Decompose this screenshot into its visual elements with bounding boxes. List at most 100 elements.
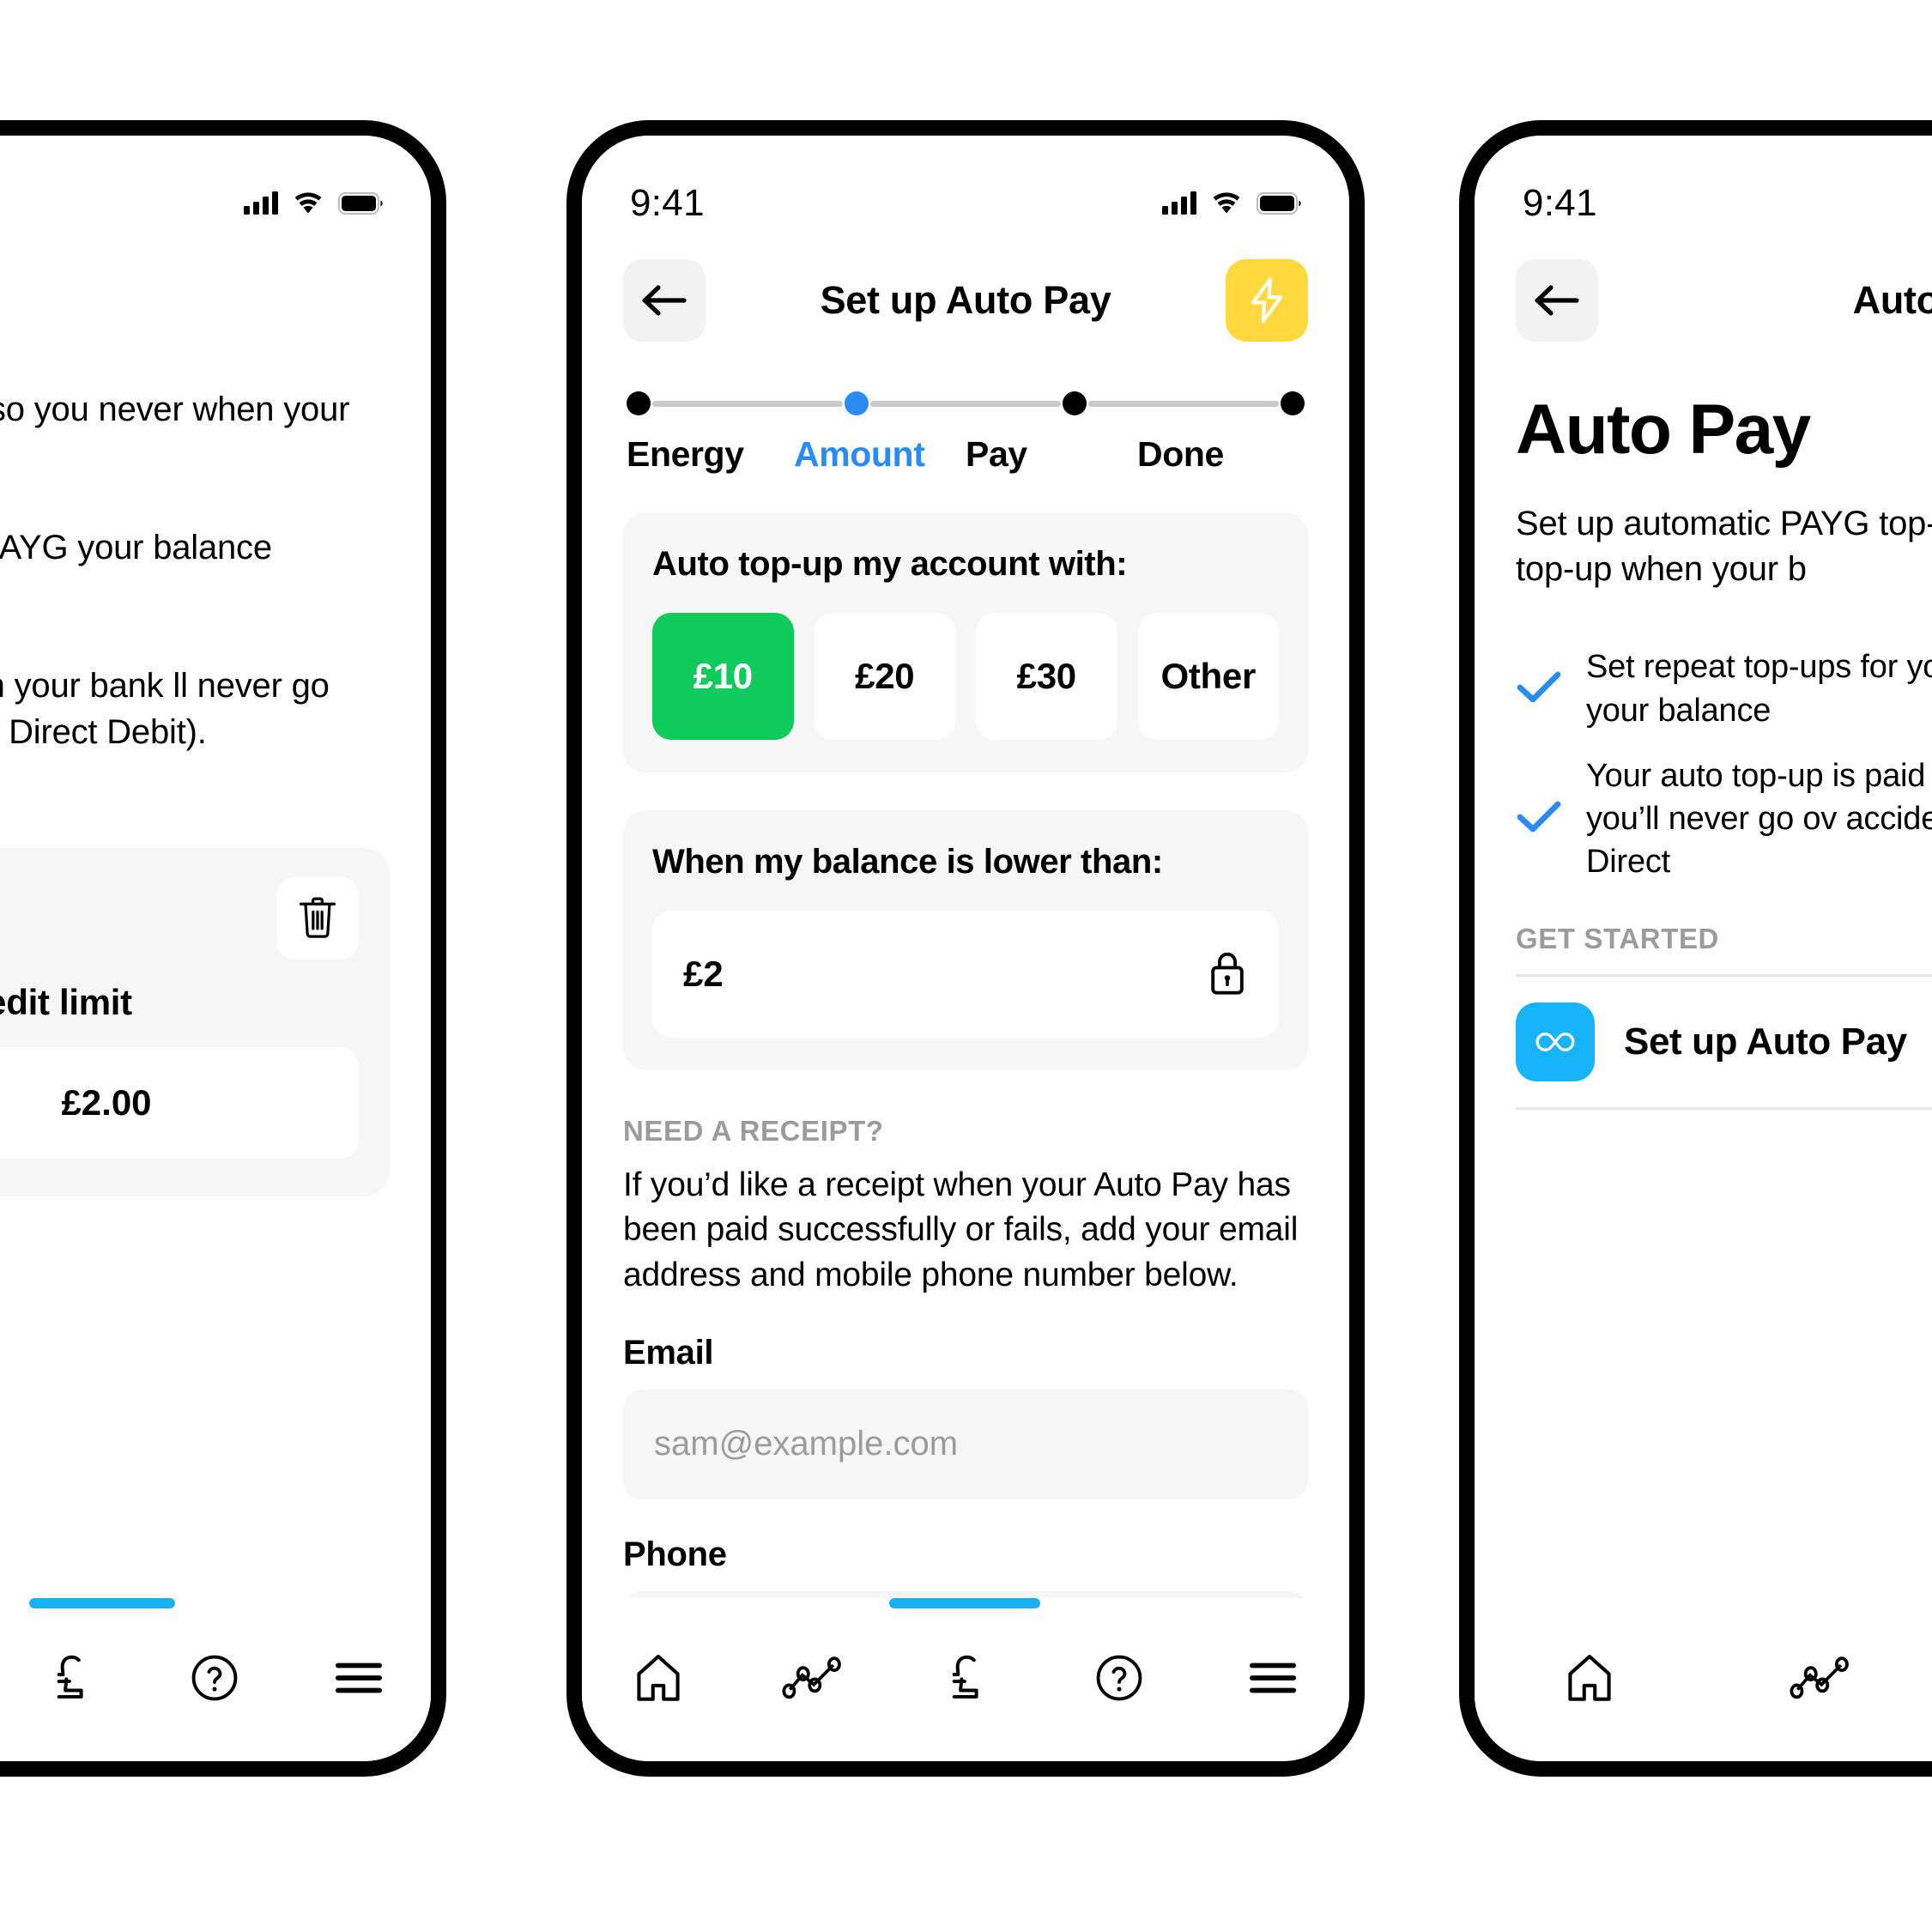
check-icon	[1516, 799, 1562, 838]
step-dot-energy[interactable]	[627, 391, 651, 415]
page-heading-right: Auto Pay	[1516, 391, 1811, 469]
wifi-icon	[1212, 192, 1241, 215]
email-placeholder: sam@example.com	[654, 1425, 959, 1463]
home-icon	[637, 1655, 680, 1701]
progress-stepper: Energy Amount Pay Done	[582, 342, 1349, 475]
setup-auto-pay-label: Set up Auto Pay	[1624, 1021, 1907, 1063]
usage-chart-icon	[782, 1656, 842, 1699]
balance-threshold-input[interactable]: £2	[652, 911, 1279, 1038]
credit-limit-value[interactable]: £2.00	[0, 1047, 359, 1160]
phone-mockup-left: 9:41 Auto Pay c PAYG top-ups so you neve…	[0, 120, 446, 1777]
battery-icon	[338, 192, 383, 215]
phone-screen-left: 9:41 Auto Pay c PAYG top-ups so you neve…	[0, 136, 431, 1761]
app-header-middle: Set up Auto Pay	[582, 230, 1349, 342]
lightning-bolt-icon	[1251, 277, 1283, 323]
setup-auto-pay-row[interactable]: Set up Auto Pay	[1475, 977, 1932, 1107]
amount-option-30[interactable]: £30	[976, 613, 1117, 740]
status-icons	[1162, 191, 1301, 215]
tab-help[interactable]	[1068, 1643, 1171, 1713]
infinity-icon	[1535, 1033, 1575, 1052]
tab-menu[interactable]	[1221, 1643, 1324, 1713]
amount-options: £10 £20 £30 Other	[652, 613, 1279, 740]
stepper-track	[627, 391, 1305, 415]
tab-pay[interactable]	[914, 1643, 1017, 1713]
lock-icon	[1207, 948, 1248, 1001]
tab-usage[interactable]	[760, 1643, 863, 1713]
home-icon	[1568, 1655, 1611, 1701]
wifi-icon	[294, 192, 323, 215]
app-header-right: Auto Pay	[1475, 230, 1932, 342]
left-paragraph-3: op-up is paid with your bank ll never go…	[0, 666, 330, 751]
benefit-text-1: Set repeat top-ups for yo meter when you…	[1586, 649, 1932, 729]
step-dot-done[interactable]	[1281, 391, 1305, 415]
tab-usage-right[interactable]	[1768, 1643, 1871, 1713]
phone-screen-right: 9:41 Auto Pay Auto Pay Set up automatic …	[1475, 136, 1932, 1761]
arrow-left-icon	[642, 285, 687, 316]
screenshot-canvas: 9:41 Auto Pay c PAYG top-ups so you neve…	[0, 0, 1932, 1932]
tab-home-right[interactable]	[1538, 1643, 1641, 1713]
status-time: 9:41	[630, 182, 705, 224]
menu-icon	[1249, 1662, 1296, 1693]
infinity-icon-tile	[1516, 1002, 1595, 1082]
tab-menu-left[interactable]	[307, 1643, 410, 1713]
delete-button[interactable]	[276, 877, 359, 960]
balance-threshold-card: When my balance is lower than: £2	[623, 810, 1308, 1070]
signal-icon	[244, 191, 278, 215]
battery-icon	[1257, 192, 1301, 215]
status-bar-left: 9:41	[0, 136, 431, 230]
tab-pay-left[interactable]	[19, 1643, 122, 1713]
phone-mockup-middle: 9:41 Set up Auto Pay Energy Amount Pay D…	[566, 120, 1365, 1777]
receipt-body: If you’d like a receipt when your Auto P…	[623, 1166, 1299, 1293]
divider-bottom	[1516, 1107, 1932, 1111]
back-button[interactable]	[1516, 259, 1598, 342]
get-started-label: GET STARTED	[1516, 923, 1719, 955]
tabbar-left	[0, 1598, 431, 1761]
status-time: 9:41	[1523, 182, 1597, 224]
amount-option-10[interactable]: £10	[652, 613, 794, 740]
step-label-pay: Pay	[966, 434, 1027, 474]
step-line-2	[870, 400, 1061, 407]
phone-screen-middle: 9:41 Set up Auto Pay Energy Amount Pay D…	[582, 136, 1349, 1761]
app-header-left: Auto Pay	[0, 230, 431, 304]
status-icons	[244, 191, 383, 215]
tabbar-middle	[582, 1598, 1349, 1761]
receipt-eyebrow: NEED A RECEIPT?	[623, 1115, 884, 1147]
tab-home[interactable]	[607, 1643, 710, 1713]
email-field[interactable]: sam@example.com	[623, 1389, 1308, 1499]
help-icon	[191, 1655, 238, 1701]
usage-chart-icon	[1790, 1656, 1849, 1699]
stepper-labels: Energy Amount Pay Done	[627, 434, 1305, 475]
email-label: Email	[623, 1333, 714, 1372]
arrow-left-icon	[1535, 285, 1579, 316]
intro-text-right: Set up automatic PAYG top-u forget to to…	[1516, 505, 1932, 589]
check-icon	[1516, 669, 1562, 708]
tab-help-left[interactable]	[163, 1643, 266, 1713]
lightning-action-button[interactable]	[1226, 259, 1308, 342]
credit-limit-section: Credit limit £2.00	[0, 848, 431, 1197]
page-title-right: Auto Pay	[1852, 278, 1932, 322]
list-item: Your auto top-up is paid card, so you’ll…	[1516, 754, 1932, 883]
signal-icon	[1162, 191, 1196, 215]
left-content: c PAYG top-ups so you never when your ba…	[0, 304, 431, 755]
amount-option-other[interactable]: Other	[1137, 613, 1279, 740]
step-line-3	[1088, 400, 1279, 407]
menu-icon	[335, 1662, 383, 1693]
credit-limit-card: Credit limit £2.00	[0, 848, 390, 1197]
tab-active-indicator-middle	[889, 1598, 1040, 1608]
phone-label: Phone	[623, 1535, 727, 1573]
step-dot-amount[interactable]	[845, 391, 869, 415]
phone-mockup-right: 9:41 Auto Pay Auto Pay Set up automatic …	[1459, 120, 1932, 1777]
status-bar-right: 9:41	[1475, 136, 1932, 230]
back-button[interactable]	[623, 259, 706, 342]
pound-icon	[952, 1655, 978, 1699]
benefit-text-2: Your auto top-up is paid card, so you’ll…	[1586, 757, 1932, 880]
pound-icon	[57, 1655, 83, 1699]
step-dot-pay[interactable]	[1063, 391, 1087, 415]
credit-limit-label: Credit limit	[0, 982, 132, 1023]
balance-threshold-title: When my balance is lower than:	[652, 843, 1163, 881]
list-item: Set repeat top-ups for yo meter when you…	[1516, 645, 1932, 731]
left-paragraph-2: op-ups for your PAYG your balance reache…	[0, 528, 272, 566]
status-bar-middle: 9:41	[582, 136, 1349, 230]
amount-option-20[interactable]: £20	[814, 613, 955, 740]
help-icon	[1096, 1655, 1142, 1701]
